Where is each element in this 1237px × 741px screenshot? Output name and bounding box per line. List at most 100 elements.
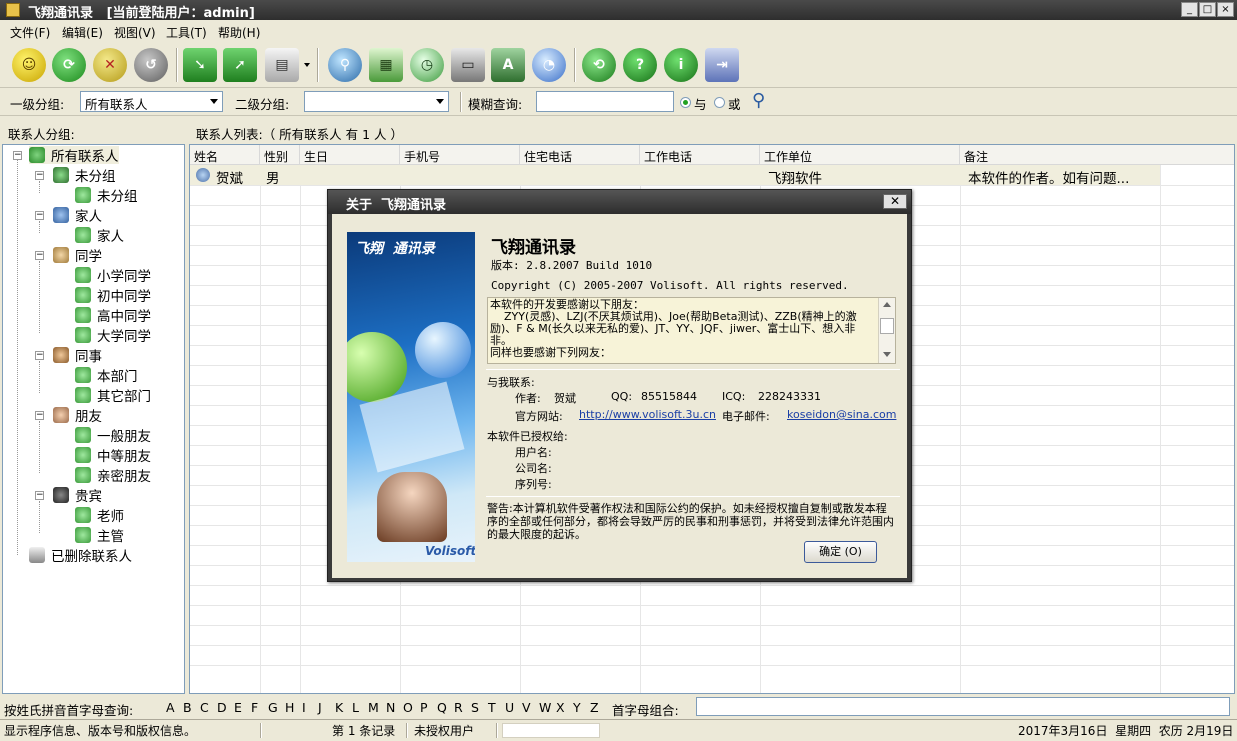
collapse-toggle[interactable]: − xyxy=(13,151,22,160)
scroll-up-icon[interactable] xyxy=(883,302,891,307)
smiley-icon[interactable]: ☺ xyxy=(12,48,46,82)
tree-node-other-dept[interactable]: 其它部门 xyxy=(75,386,151,405)
letter-w[interactable]: W xyxy=(539,700,551,715)
tree-node-normal-friends[interactable]: 一般朋友 xyxy=(75,426,151,445)
refresh-green-icon[interactable]: ⟳ xyxy=(52,48,86,82)
menu-view[interactable]: 视图(V) xyxy=(114,24,156,41)
letter-f[interactable]: F xyxy=(251,700,258,715)
column-header-company[interactable]: 工作单位 xyxy=(760,145,960,165)
column-header-birthday[interactable]: 生日 xyxy=(300,145,400,165)
maximize-button[interactable]: □ xyxy=(1199,2,1216,17)
tree-node-all-contacts[interactable]: 所有联系人 xyxy=(29,146,119,165)
letter-l[interactable]: L xyxy=(352,700,359,715)
tree-node-senior[interactable]: 高中同学 xyxy=(75,306,151,325)
letter-b[interactable]: B xyxy=(183,700,192,715)
thanks-scrollbar[interactable] xyxy=(878,298,895,363)
calendar-icon[interactable]: ▦ xyxy=(369,48,403,82)
tree-node-close-friends[interactable]: 亲密朋友 xyxy=(75,466,151,485)
letter-p[interactable]: P xyxy=(420,700,428,715)
tree-node-vip[interactable]: 贵宾 xyxy=(53,486,102,505)
letter-v[interactable]: V xyxy=(522,700,531,715)
tree-node-deleted[interactable]: 已删除联系人 xyxy=(29,546,132,565)
computer-icon[interactable]: ▭ xyxy=(451,48,485,82)
column-header-home-phone[interactable]: 住宅电话 xyxy=(520,145,640,165)
collapse-toggle[interactable]: − xyxy=(35,171,44,180)
letter-o[interactable]: O xyxy=(403,700,413,715)
pie-chart-icon[interactable]: ◔ xyxy=(532,48,566,82)
tree-node-college[interactable]: 大学同学 xyxy=(75,326,151,345)
tree-node-managers[interactable]: 主管 xyxy=(75,526,124,545)
email-link[interactable]: koseidon@sina.com xyxy=(787,408,896,421)
collapse-toggle[interactable]: − xyxy=(35,351,44,360)
close-icon[interactable]: ✕ xyxy=(883,194,907,209)
group2-select[interactable] xyxy=(304,91,449,112)
tree-node-ungrouped-sub[interactable]: 未分组 xyxy=(75,186,138,205)
scroll-down-icon[interactable] xyxy=(883,352,891,357)
chevron-down-icon[interactable] xyxy=(304,63,310,67)
fuzzy-search-input[interactable] xyxy=(536,91,674,112)
menu-help[interactable]: 帮助(H) xyxy=(218,24,260,41)
and-radio[interactable] xyxy=(680,97,691,108)
table-row[interactable]: 贺斌 男 飞翔软件 本软件的作者。如有问题... xyxy=(190,165,1160,185)
clock-icon[interactable]: ◷ xyxy=(410,48,444,82)
thanks-textbox[interactable]: 本软件的开发要感谢以下朋友： ZYY(灵感)、LZJ(不厌其烦试用)、Joe(帮… xyxy=(487,297,896,364)
column-header-notes[interactable]: 备注 xyxy=(960,145,1234,165)
letter-h[interactable]: H xyxy=(285,700,294,715)
column-header-name[interactable]: 姓名 xyxy=(190,145,260,165)
info-icon[interactable]: i xyxy=(664,48,698,82)
printer-icon[interactable]: ▤ xyxy=(265,48,299,82)
letter-e[interactable]: E xyxy=(234,700,242,715)
tree-node-classmates[interactable]: 同学 xyxy=(53,246,102,265)
menu-edit[interactable]: 编辑(E) xyxy=(62,24,103,41)
letter-r[interactable]: R xyxy=(454,700,463,715)
refresh-icon[interactable]: ⟲ xyxy=(582,48,616,82)
ok-button[interactable]: 确定 (O) xyxy=(804,541,877,563)
column-header-work-phone[interactable]: 工作电话 xyxy=(640,145,760,165)
collapse-toggle[interactable]: − xyxy=(35,491,44,500)
letter-a[interactable]: A xyxy=(166,700,175,715)
letter-d[interactable]: D xyxy=(217,700,227,715)
book-icon[interactable]: A xyxy=(491,48,525,82)
letter-i[interactable]: I xyxy=(302,700,306,715)
column-header-mobile[interactable]: 手机号 xyxy=(400,145,520,165)
column-header-gender[interactable]: 性别 xyxy=(260,145,300,165)
site-link[interactable]: http://www.volisoft.3u.cn xyxy=(579,408,716,421)
tree-node-family[interactable]: 家人 xyxy=(53,206,102,225)
tree-node-mid-friends[interactable]: 中等朋友 xyxy=(75,446,151,465)
letter-g[interactable]: G xyxy=(268,700,278,715)
tree-node-own-dept[interactable]: 本部门 xyxy=(75,366,138,385)
tree-node-ungrouped[interactable]: 未分组 xyxy=(53,166,116,185)
export-arrow-icon[interactable]: ➚ xyxy=(223,48,257,82)
restore-icon[interactable]: ↺ xyxy=(134,48,168,82)
letter-k[interactable]: K xyxy=(335,700,343,715)
letter-y[interactable]: Y xyxy=(573,700,581,715)
letter-t[interactable]: T xyxy=(488,700,496,715)
search-magnifier-icon[interactable]: ⚲ xyxy=(328,48,362,82)
delete-x-icon[interactable]: ✕ xyxy=(93,48,127,82)
collapse-toggle[interactable]: − xyxy=(35,251,44,260)
letter-q[interactable]: Q xyxy=(437,700,447,715)
menu-tools[interactable]: 工具(T) xyxy=(166,24,207,41)
or-radio[interactable] xyxy=(714,97,725,108)
initials-combo-input[interactable] xyxy=(696,697,1230,716)
letter-u[interactable]: U xyxy=(505,700,514,715)
tree-node-colleagues[interactable]: 同事 xyxy=(53,346,102,365)
tree-node-friends[interactable]: 朋友 xyxy=(53,406,102,425)
letter-j[interactable]: J xyxy=(318,700,322,715)
search-icon[interactable]: ⚲ xyxy=(752,90,765,111)
tree-node-family-sub[interactable]: 家人 xyxy=(75,226,124,245)
letter-x[interactable]: X xyxy=(556,700,565,715)
group1-select[interactable]: 所有联系人 xyxy=(80,91,223,112)
letter-n[interactable]: N xyxy=(386,700,395,715)
exit-door-icon[interactable]: ⇥ xyxy=(705,48,739,82)
collapse-toggle[interactable]: − xyxy=(35,211,44,220)
letter-m[interactable]: M xyxy=(368,700,379,715)
letter-z[interactable]: Z xyxy=(590,700,599,715)
import-arrow-icon[interactable]: ➘ xyxy=(183,48,217,82)
collapse-toggle[interactable]: − xyxy=(35,411,44,420)
scroll-thumb[interactable] xyxy=(880,318,894,334)
tree-node-primary[interactable]: 小学同学 xyxy=(75,266,151,285)
close-window-button[interactable]: × xyxy=(1217,2,1234,17)
letter-c[interactable]: C xyxy=(200,700,209,715)
minimize-button[interactable]: _ xyxy=(1181,2,1198,17)
